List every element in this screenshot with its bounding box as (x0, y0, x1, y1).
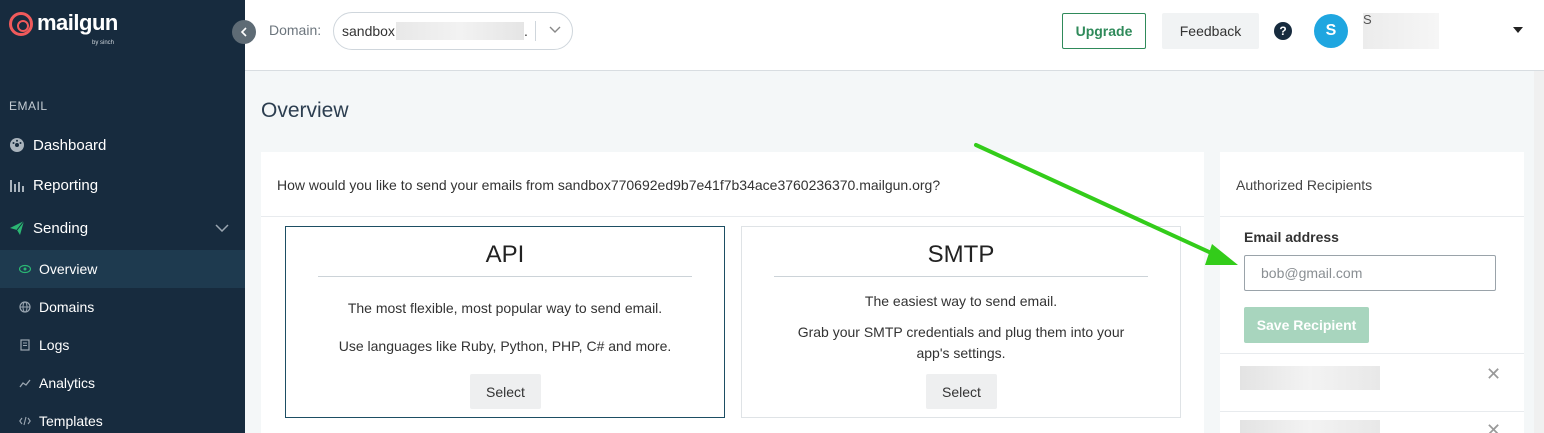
logo-text: mailgun (37, 10, 118, 35)
divider (261, 216, 1204, 217)
option-api[interactable]: API The most flexible, most popular way … (285, 226, 725, 418)
sidebar-item-label: Dashboard (33, 136, 107, 154)
authorized-recipients-card: Authorized Recipients Email address Save… (1220, 152, 1524, 433)
bar-chart-icon (9, 177, 25, 193)
select-api-button[interactable]: Select (470, 374, 541, 409)
sidebar-subitem-templates[interactable]: Templates (0, 402, 245, 433)
user-name: S (1363, 12, 1372, 27)
authorized-recipients-title: Authorized Recipients (1236, 177, 1373, 193)
send-method-card: How would you like to send your emails f… (261, 152, 1204, 433)
chevron-down-icon[interactable] (215, 221, 229, 235)
send-method-question: How would you like to send your emails f… (277, 177, 941, 193)
dashboard-icon (9, 137, 25, 153)
divider (1220, 216, 1524, 217)
globe-icon (19, 301, 31, 313)
sidebar-item-label: Reporting (33, 176, 99, 194)
email-address-input[interactable] (1244, 255, 1496, 291)
save-recipient-button[interactable]: Save Recipient (1244, 307, 1369, 343)
option-title: SMTP (774, 241, 1148, 277)
scrollbar[interactable] (1534, 71, 1544, 433)
sidebar-subitem-label: Overview (39, 261, 98, 277)
domain-label: Domain: (269, 22, 322, 38)
option-description: The easiest way to send email. (864, 293, 1058, 309)
sidebar-subitem-domains[interactable]: Domains (0, 288, 245, 326)
sidebar-subitem-label: Analytics (39, 375, 96, 391)
option-smtp[interactable]: SMTP The easiest way to send email. Grab… (741, 226, 1181, 418)
mailgun-logo[interactable]: mailgun (9, 12, 118, 36)
upgrade-button[interactable]: Upgrade (1062, 13, 1146, 49)
sidebar-subitem-label: Templates (39, 413, 103, 429)
sidebar-collapse-button[interactable] (232, 20, 256, 44)
domain-suffix: . (523, 23, 528, 39)
chevron-left-icon (240, 27, 247, 37)
option-title: API (318, 241, 692, 277)
option-description: Grab your SMTP credentials and plug them… (797, 324, 1125, 361)
sidebar-subitem-overview[interactable]: Overview (0, 250, 245, 288)
logo-subtitle: by sinch (92, 40, 115, 46)
section-label-email: EMAIL (9, 99, 48, 113)
divider (1220, 411, 1524, 412)
mailgun-logo-icon (9, 12, 33, 36)
top-bar: Domain: sandbox . Upgrade Feedback ? S S (245, 0, 1544, 71)
domain-select[interactable]: sandbox . (333, 12, 573, 50)
eye-icon (19, 263, 31, 275)
option-description: The most flexible, most popular way to s… (347, 300, 663, 316)
sidebar: mailgun by sinch EMAIL Dashboard Reporti… (0, 0, 245, 433)
sidebar-subitem-label: Domains (39, 299, 95, 315)
help-icon[interactable]: ? (1274, 22, 1292, 40)
domain-select-separator (535, 21, 536, 41)
sidebar-item-label: Sending (33, 219, 89, 237)
domain-value: sandbox (342, 23, 395, 39)
divider (1220, 353, 1524, 354)
user-name-redacted (1363, 13, 1439, 49)
email-address-label: Email address (1244, 229, 1339, 245)
recipient-redacted (1240, 366, 1380, 390)
option-description: Use languages like Ruby, Python, PHP, C#… (338, 338, 672, 354)
domain-redacted (395, 22, 524, 40)
avatar[interactable]: S (1314, 14, 1348, 48)
remove-recipient-icon[interactable]: ✕ (1486, 364, 1501, 385)
sidebar-subitem-label: Logs (39, 337, 70, 353)
paper-plane-icon (9, 220, 25, 236)
remove-recipient-icon[interactable]: ✕ (1486, 420, 1501, 433)
sidebar-item-sending[interactable]: Sending (0, 209, 245, 247)
chevron-down-icon[interactable] (549, 23, 561, 37)
document-icon (19, 339, 31, 351)
page-title: Overview (261, 99, 349, 122)
recipient-redacted (1240, 420, 1380, 433)
sidebar-subitem-logs[interactable]: Logs (0, 326, 245, 364)
code-icon (19, 415, 31, 427)
sidebar-item-reporting[interactable]: Reporting (0, 166, 245, 204)
sidebar-item-dashboard[interactable]: Dashboard (0, 126, 245, 164)
trend-icon (19, 377, 31, 389)
sidebar-subitem-analytics[interactable]: Analytics (0, 364, 245, 402)
feedback-button[interactable]: Feedback (1162, 13, 1259, 49)
select-smtp-button[interactable]: Select (926, 374, 997, 409)
caret-down-icon[interactable] (1513, 24, 1523, 36)
